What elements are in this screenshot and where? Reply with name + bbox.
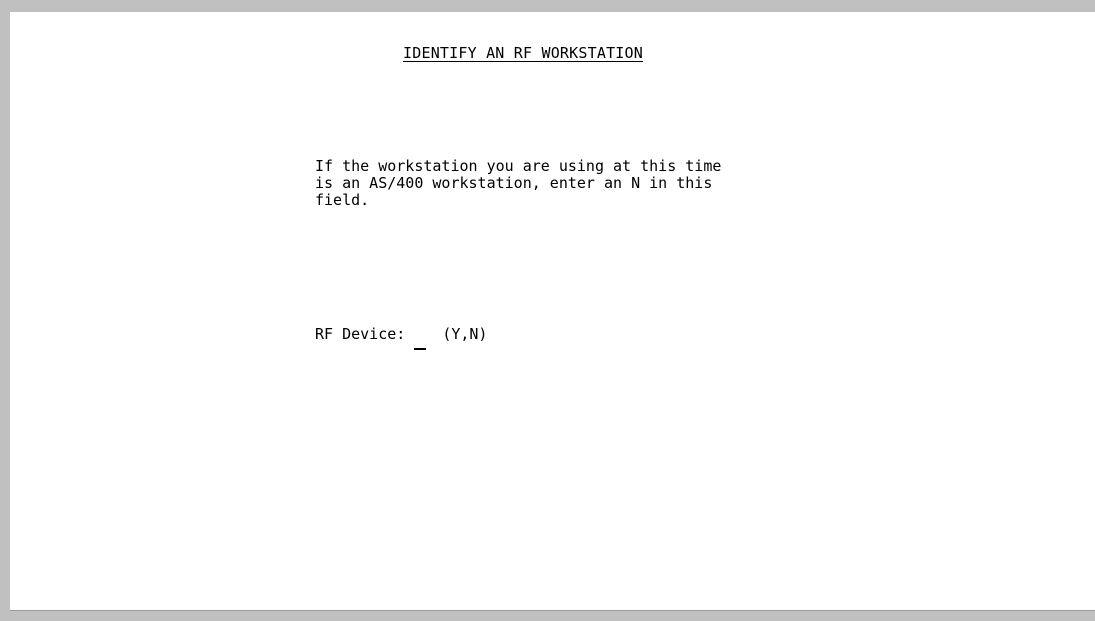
rf-device-row: RF Device: (Y,N) [315, 325, 488, 350]
window-frame: IDENTIFY AN RF WORKSTATION If the workst… [0, 0, 1095, 621]
rf-device-label: RF Device: [315, 325, 406, 343]
help-line: is an AS/400 workstation, enter an N in … [315, 174, 713, 192]
page-title: IDENTIFY AN RF WORKSTATION [403, 44, 643, 62]
help-text: If the workstation you are using at this… [315, 158, 935, 209]
terminal-screen: IDENTIFY AN RF WORKSTATION If the workst… [10, 12, 1095, 611]
help-line: If the workstation you are using at this… [315, 157, 722, 175]
rf-device-input[interactable] [414, 332, 427, 350]
rf-device-hint: (Y,N) [442, 325, 488, 343]
help-line: field. [315, 191, 370, 209]
